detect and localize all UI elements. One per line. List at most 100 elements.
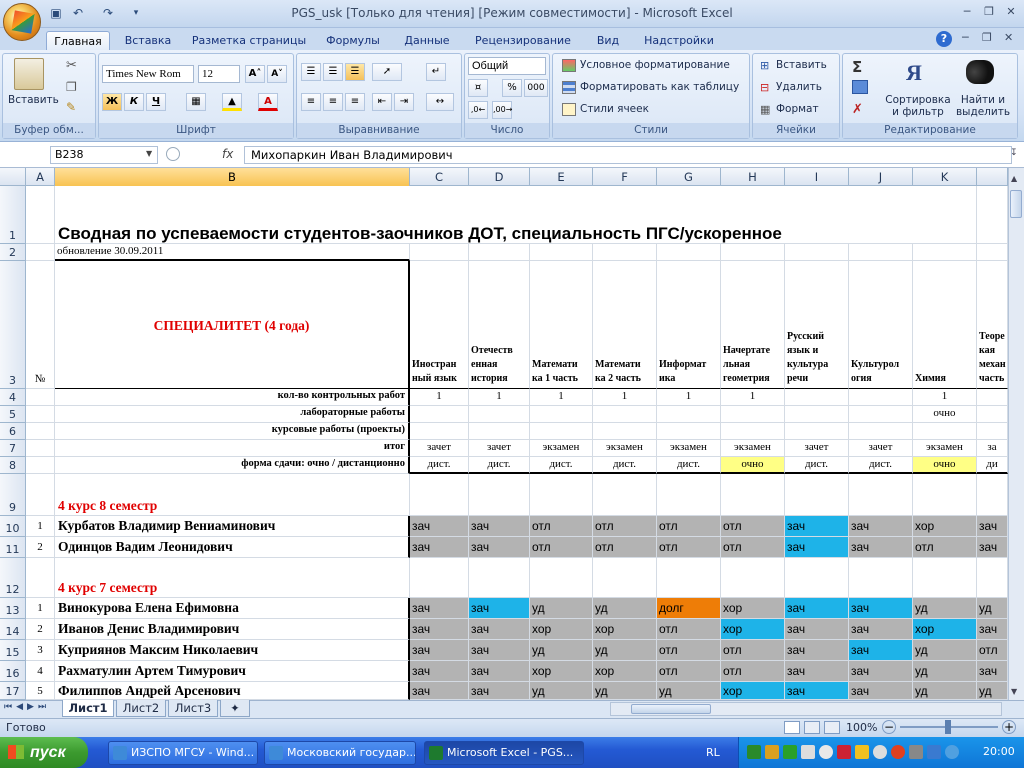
- param-value[interactable]: [785, 389, 849, 406]
- restore-icon[interactable]: ❐: [978, 4, 1000, 20]
- cell[interactable]: [469, 558, 530, 598]
- tab-review[interactable]: Рецензирование: [470, 31, 576, 50]
- tray-volume-icon[interactable]: [819, 745, 833, 759]
- underline-button[interactable]: Ч: [146, 93, 166, 111]
- grade-cell[interactable]: отл: [657, 516, 721, 537]
- grade-cell[interactable]: зач: [410, 619, 469, 640]
- column-header-i[interactable]: I: [785, 168, 849, 186]
- cell[interactable]: [977, 558, 1008, 598]
- sort-filter-button[interactable]: Сортировка и фильтр: [882, 94, 954, 118]
- decrease-decimal-icon[interactable]: ,00→: [492, 101, 512, 119]
- shrink-font-icon[interactable]: A˅: [267, 65, 287, 83]
- param-value[interactable]: зачет: [785, 440, 849, 457]
- italic-button[interactable]: К: [124, 93, 144, 111]
- cell[interactable]: [593, 244, 657, 261]
- tray-security-icon[interactable]: [837, 745, 851, 759]
- student-number[interactable]: 1: [26, 516, 55, 537]
- student-name[interactable]: Филиппов Андрей Арсенович: [55, 682, 410, 700]
- tray-skype-icon[interactable]: [783, 745, 797, 759]
- row-header[interactable]: 15: [0, 640, 26, 661]
- grade-cell[interactable]: уд: [593, 640, 657, 661]
- section-header[interactable]: 4 курс 8 семестр: [55, 474, 410, 516]
- office-button[interactable]: [3, 3, 41, 41]
- param-label[interactable]: лабораторные работы: [55, 406, 410, 423]
- tray-monitor-icon[interactable]: [801, 745, 815, 759]
- student-name[interactable]: Куприянов Максим Николаевич: [55, 640, 410, 661]
- grade-cell[interactable]: зач: [977, 661, 1008, 682]
- formula-expand-icon[interactable]: [166, 147, 180, 161]
- param-value[interactable]: [849, 389, 913, 406]
- param-value[interactable]: дист.: [849, 457, 913, 474]
- grade-cell[interactable]: зач: [410, 682, 469, 700]
- taskbar-item-excel[interactable]: Microsoft Excel - PGS...: [424, 741, 584, 765]
- cell[interactable]: [530, 423, 593, 440]
- student-number[interactable]: 4: [26, 661, 55, 682]
- zoom-out-icon[interactable]: −: [882, 720, 896, 734]
- param-value[interactable]: [530, 406, 593, 423]
- param-label[interactable]: курсовые работы (проекты): [55, 423, 410, 440]
- tray-sync-icon[interactable]: [873, 745, 887, 759]
- grade-cell[interactable]: зач: [977, 619, 1008, 640]
- subject-header[interactable]: Иностран ный язык: [410, 261, 469, 389]
- column-header-b[interactable]: B: [55, 168, 410, 186]
- cell[interactable]: [593, 558, 657, 598]
- row-header[interactable]: 17: [0, 682, 26, 700]
- cell[interactable]: [721, 558, 785, 598]
- grade-cell[interactable]: хор: [530, 619, 593, 640]
- grade-cell[interactable]: зач: [469, 537, 530, 558]
- merge-center-icon[interactable]: ↔: [426, 93, 454, 111]
- cell[interactable]: [657, 423, 721, 440]
- cell[interactable]: [26, 474, 55, 516]
- column-header-f[interactable]: F: [593, 168, 657, 186]
- tray-messenger-icon[interactable]: [945, 745, 959, 759]
- sheet-tab-2[interactable]: Лист2: [116, 700, 166, 717]
- grade-cell[interactable]: отл: [977, 640, 1008, 661]
- formula-input[interactable]: Михопаркин Иван Владимирович: [244, 146, 1012, 164]
- subject-header[interactable]: Русский язык и культура речи: [785, 261, 849, 389]
- cell[interactable]: [26, 389, 55, 406]
- grade-cell[interactable]: зач: [410, 640, 469, 661]
- subject-header[interactable]: Информат ика: [657, 261, 721, 389]
- grade-cell[interactable]: зач: [849, 516, 913, 537]
- cell[interactable]: [530, 244, 593, 261]
- grade-cell[interactable]: хор: [530, 661, 593, 682]
- param-value[interactable]: [849, 406, 913, 423]
- param-value[interactable]: 1: [410, 389, 469, 406]
- param-label[interactable]: кол-во контрольных работ: [55, 389, 410, 406]
- font-name-select[interactable]: Times New Rom: [102, 65, 194, 83]
- param-value[interactable]: дист.: [469, 457, 530, 474]
- ribbon-minimize-icon[interactable]: ─: [962, 31, 969, 44]
- param-value[interactable]: [721, 406, 785, 423]
- student-name[interactable]: Одинцов Вадим Леонидович: [55, 537, 410, 558]
- grade-cell[interactable]: зач: [469, 619, 530, 640]
- grade-cell[interactable]: уд: [530, 598, 593, 619]
- column-header-e[interactable]: E: [530, 168, 593, 186]
- tray-bluetooth-icon[interactable]: [927, 745, 941, 759]
- cell[interactable]: [913, 244, 977, 261]
- font-size-select[interactable]: 12: [198, 65, 240, 83]
- scroll-up-icon[interactable]: ▲: [1011, 174, 1017, 183]
- cell[interactable]: [26, 457, 55, 474]
- column-header-l[interactable]: [977, 168, 1008, 186]
- grade-cell[interactable]: зач: [785, 661, 849, 682]
- insert-function-icon[interactable]: fx: [222, 147, 233, 161]
- param-value[interactable]: [469, 406, 530, 423]
- grade-cell[interactable]: зач: [849, 619, 913, 640]
- cell[interactable]: [849, 558, 913, 598]
- cut-icon[interactable]: ✂: [66, 58, 77, 73]
- grade-cell[interactable]: хор: [721, 598, 785, 619]
- insert-cells-button[interactable]: Вставить: [776, 59, 827, 71]
- subject-header[interactable]: Математи ка 1 часть: [530, 261, 593, 389]
- subject-header[interactable]: Химия: [913, 261, 977, 389]
- cell[interactable]: [26, 244, 55, 261]
- borders-icon[interactable]: ▦: [186, 93, 206, 111]
- grade-cell[interactable]: отл: [593, 516, 657, 537]
- param-value[interactable]: 1: [721, 389, 785, 406]
- param-value[interactable]: ди: [977, 457, 1008, 474]
- grade-cell[interactable]: отл: [657, 640, 721, 661]
- cell[interactable]: [410, 244, 469, 261]
- row-header[interactable]: 13: [0, 598, 26, 619]
- param-label[interactable]: форма сдачи: очно / дистанционно: [55, 457, 410, 474]
- student-name[interactable]: Рахматулин Артем Тимурович: [55, 661, 410, 682]
- cell[interactable]: [657, 558, 721, 598]
